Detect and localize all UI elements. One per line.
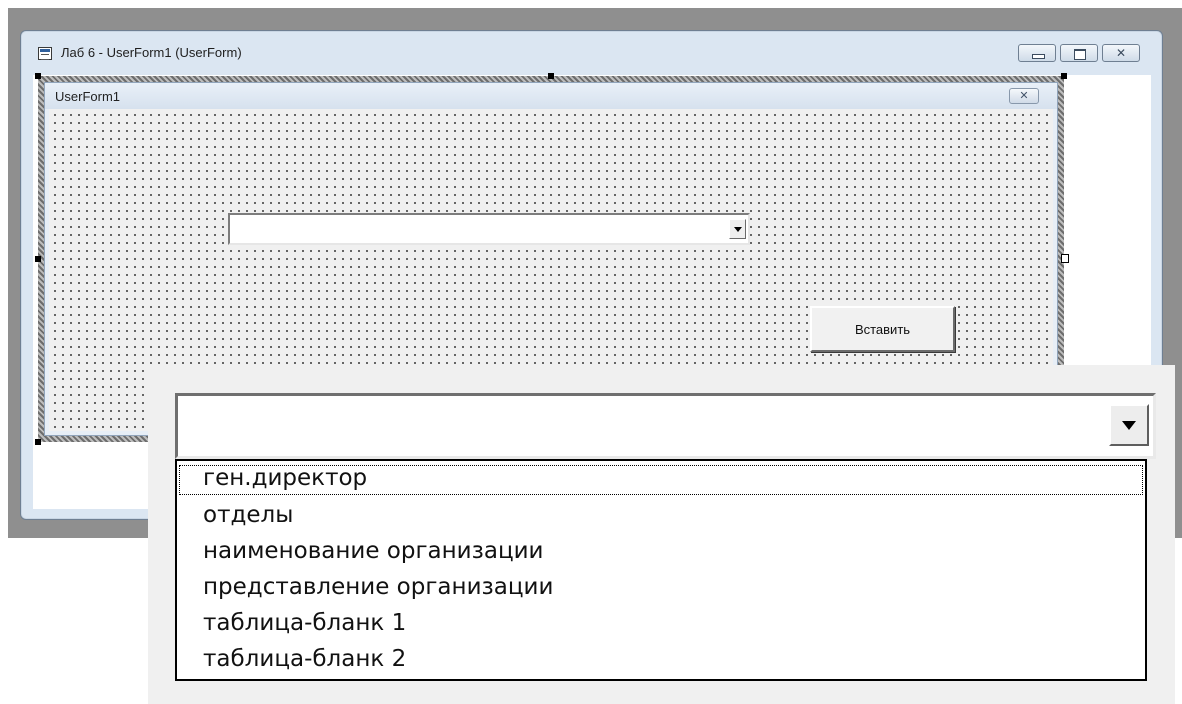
list-item[interactable]: отделы bbox=[177, 497, 1145, 533]
resize-handle-left[interactable] bbox=[35, 256, 41, 262]
resize-handle-top-left[interactable] bbox=[35, 73, 41, 79]
list-item[interactable]: наименование организации bbox=[177, 533, 1145, 569]
insert-button[interactable]: Вставить bbox=[810, 306, 955, 352]
resize-handle-top-right[interactable] bbox=[1061, 73, 1067, 79]
restore-button[interactable] bbox=[1060, 44, 1098, 62]
resize-handle-top[interactable] bbox=[548, 73, 554, 79]
combobox-zoomed-dropdown-button[interactable] bbox=[1109, 404, 1149, 446]
close-icon: ✕ bbox=[1019, 89, 1029, 102]
list-item[interactable]: таблица-бланк 2 bbox=[177, 641, 1145, 677]
combobox-control[interactable] bbox=[228, 213, 750, 245]
userform-titlebar[interactable]: UserForm1 ✕ bbox=[45, 83, 1057, 109]
combobox-dropdown-list[interactable]: ген.директор отделы наименование организ… bbox=[175, 459, 1147, 681]
minimize-button[interactable] bbox=[1018, 44, 1056, 62]
chevron-down-icon bbox=[1122, 421, 1136, 430]
list-item[interactable]: представление организации bbox=[177, 569, 1145, 605]
combobox-dropdown-button[interactable] bbox=[729, 219, 746, 239]
chevron-down-icon bbox=[734, 227, 742, 232]
window-title: Лаб 6 - UserForm1 (UserForm) bbox=[61, 45, 242, 60]
window-titlebar[interactable]: Лаб 6 - UserForm1 (UserForm) bbox=[21, 31, 1162, 75]
resize-handle-right[interactable] bbox=[1061, 254, 1069, 263]
userform-close-button[interactable]: ✕ bbox=[1009, 88, 1039, 104]
zoomed-combobox-inset: ген.директор отделы наименование организ… bbox=[148, 365, 1175, 704]
list-item[interactable]: ген.директор bbox=[177, 463, 1145, 497]
resize-handle-bottom-left[interactable] bbox=[35, 439, 41, 445]
window-close-button[interactable] bbox=[1102, 44, 1140, 62]
combobox-zoomed[interactable] bbox=[175, 393, 1156, 459]
userform-designer-icon bbox=[38, 47, 52, 60]
userform-caption: UserForm1 bbox=[55, 89, 121, 104]
list-item[interactable]: таблица-бланк 1 bbox=[177, 605, 1145, 641]
